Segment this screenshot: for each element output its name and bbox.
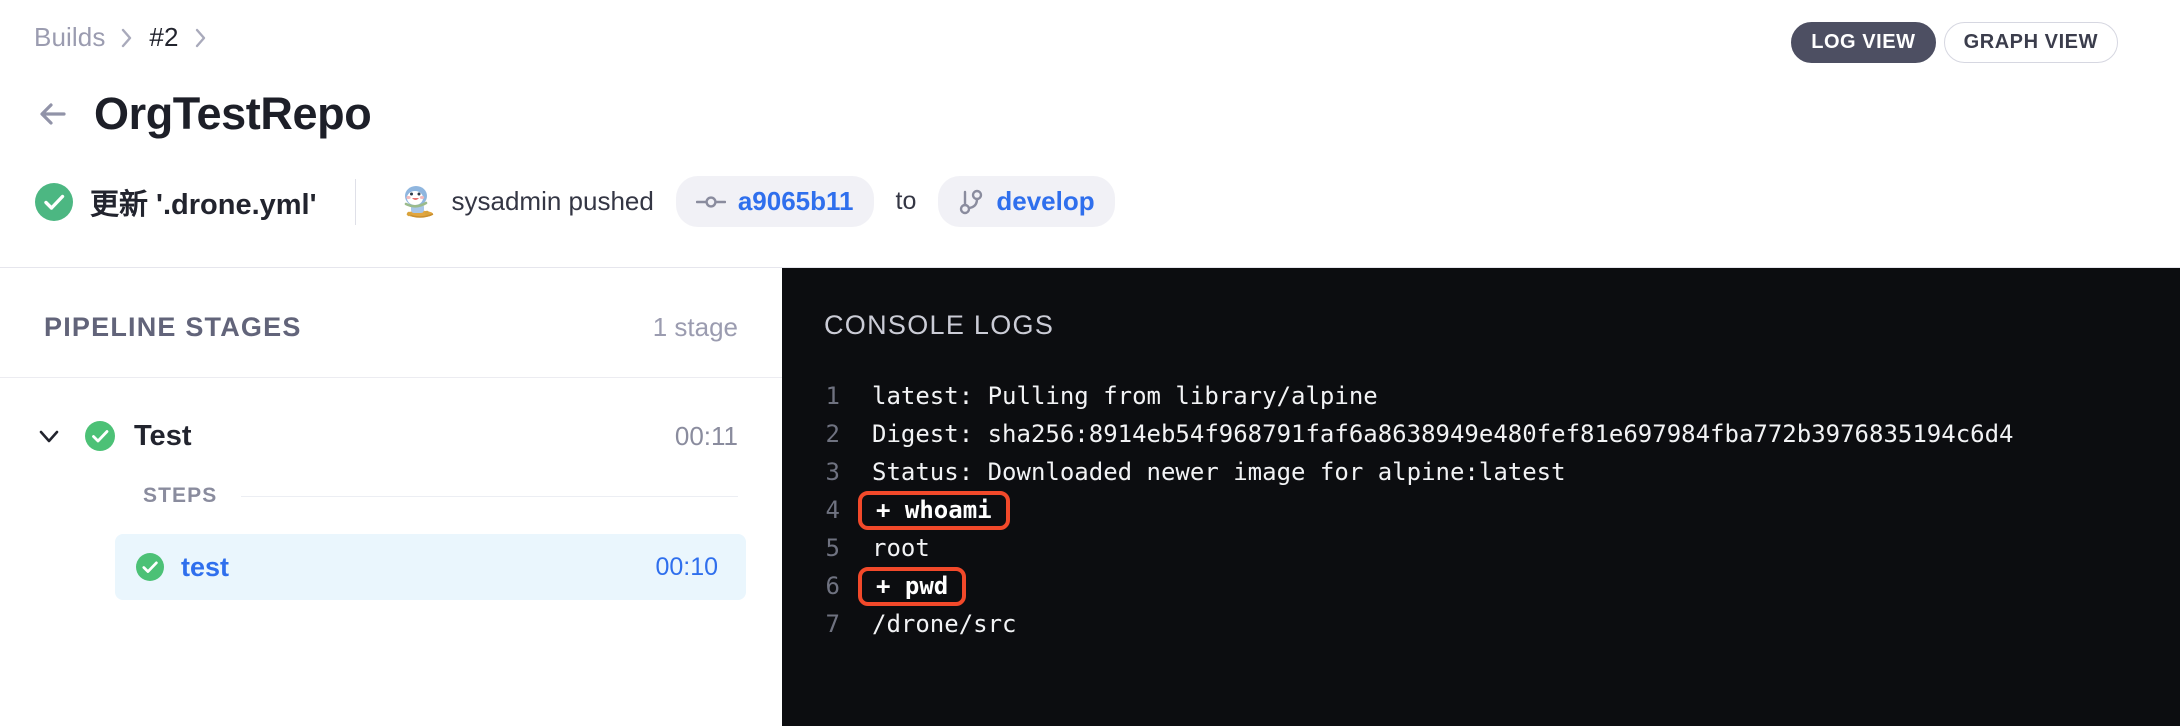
breadcrumb-builds[interactable]: Builds [34, 22, 105, 53]
graph-view-button[interactable]: GRAPH VIEW [1944, 22, 2118, 63]
chevron-down-icon[interactable] [36, 423, 62, 449]
steps-label-row: STEPS [0, 484, 782, 508]
log-line-text: Digest: sha256:8914eb54f968791faf6a86389… [858, 420, 2014, 448]
console-log-line: 2Digest: sha256:8914eb54f968791faf6a8638… [782, 415, 2180, 453]
view-toggle: LOG VIEW GRAPH VIEW [1791, 22, 2118, 63]
log-line-number: 3 [782, 458, 858, 486]
chevron-right-icon-2 [193, 25, 209, 51]
log-line-text-highlighted: + whoami [858, 491, 1010, 530]
build-log-page: Builds #2 LOG VIEW GRAPH VIEW OrgTestRep… [0, 0, 2180, 726]
log-line-text: root [858, 534, 930, 562]
branch-pill[interactable]: develop [938, 176, 1114, 227]
page-title: OrgTestRepo [94, 88, 371, 140]
console-log-line: 4+ whoami [782, 491, 2180, 529]
console-log-line: 6+ pwd [782, 567, 2180, 605]
stage-row[interactable]: Test 00:11 [0, 400, 782, 472]
console-log-line: 5root [782, 529, 2180, 567]
commit-sha-pill[interactable]: a9065b11 [676, 176, 874, 227]
log-line-number: 1 [782, 382, 858, 410]
commit-sha-label: a9065b11 [738, 186, 854, 217]
chevron-right-icon [119, 25, 135, 51]
avatar [394, 180, 438, 224]
console-logs-header: CONSOLE LOGS [782, 268, 2180, 341]
commit-message: 更新 '.drone.yml' [90, 181, 317, 223]
console-log-lines[interactable]: 1latest: Pulling from library/alpine2Dig… [782, 377, 2180, 643]
log-line-number: 7 [782, 610, 858, 638]
log-line-number: 2 [782, 420, 858, 448]
console-logs-pane: CONSOLE LOGS 1latest: Pulling from libra… [782, 268, 2180, 726]
build-status-success-icon [34, 182, 74, 222]
steps-label: STEPS [143, 484, 217, 508]
pipeline-stages-title: PIPELINE STAGES [44, 312, 302, 343]
log-line-text: Status: Downloaded newer image for alpin… [858, 458, 1566, 486]
page-body: PIPELINE STAGES 1 stage Test 00:11 S [0, 268, 2180, 726]
title-row: OrgTestRepo [34, 88, 371, 140]
branch-label: develop [996, 186, 1094, 217]
console-log-line: 1latest: Pulling from library/alpine [782, 377, 2180, 415]
step-name: test [181, 552, 229, 583]
pusher-label: sysadmin pushed [452, 186, 654, 217]
log-line-number: 6 [782, 572, 858, 600]
pipeline-stages-header: PIPELINE STAGES 1 stage [0, 268, 782, 343]
step-status-success-icon [135, 552, 165, 582]
breadcrumb-build-number[interactable]: #2 [149, 22, 178, 53]
meta-divider [355, 179, 356, 225]
stage-name: Test [134, 420, 191, 453]
to-label: to [896, 187, 917, 216]
log-line-number: 4 [782, 496, 858, 524]
stage-status-success-icon [84, 420, 116, 452]
log-line-text: /drone/src [858, 610, 1017, 638]
log-line-text-highlighted: + pwd [858, 567, 966, 606]
stage-duration: 00:11 [675, 421, 738, 452]
log-line-number: 5 [782, 534, 858, 562]
console-log-line: 7/drone/src [782, 605, 2180, 643]
page-header: Builds #2 LOG VIEW GRAPH VIEW OrgTestRep… [0, 0, 2180, 268]
back-arrow-icon[interactable] [34, 95, 72, 133]
commit-node-icon [696, 192, 726, 212]
console-log-line: 3Status: Downloaded newer image for alpi… [782, 453, 2180, 491]
steps-divider [241, 496, 738, 497]
pipeline-stages-pane: PIPELINE STAGES 1 stage Test 00:11 S [0, 268, 782, 726]
breadcrumb: Builds #2 [34, 22, 209, 53]
build-meta-row: 更新 '.drone.yml' [34, 176, 1115, 227]
log-view-button[interactable]: LOG VIEW [1791, 22, 1935, 63]
log-line-text: latest: Pulling from library/alpine [858, 382, 1378, 410]
stage-count: 1 stage [653, 312, 738, 343]
git-branch-icon [958, 188, 984, 216]
console-logs-title: CONSOLE LOGS [824, 310, 1054, 340]
stages-divider [0, 377, 782, 378]
step-duration: 00:10 [655, 553, 718, 582]
step-row-test[interactable]: test 00:10 [115, 534, 746, 600]
